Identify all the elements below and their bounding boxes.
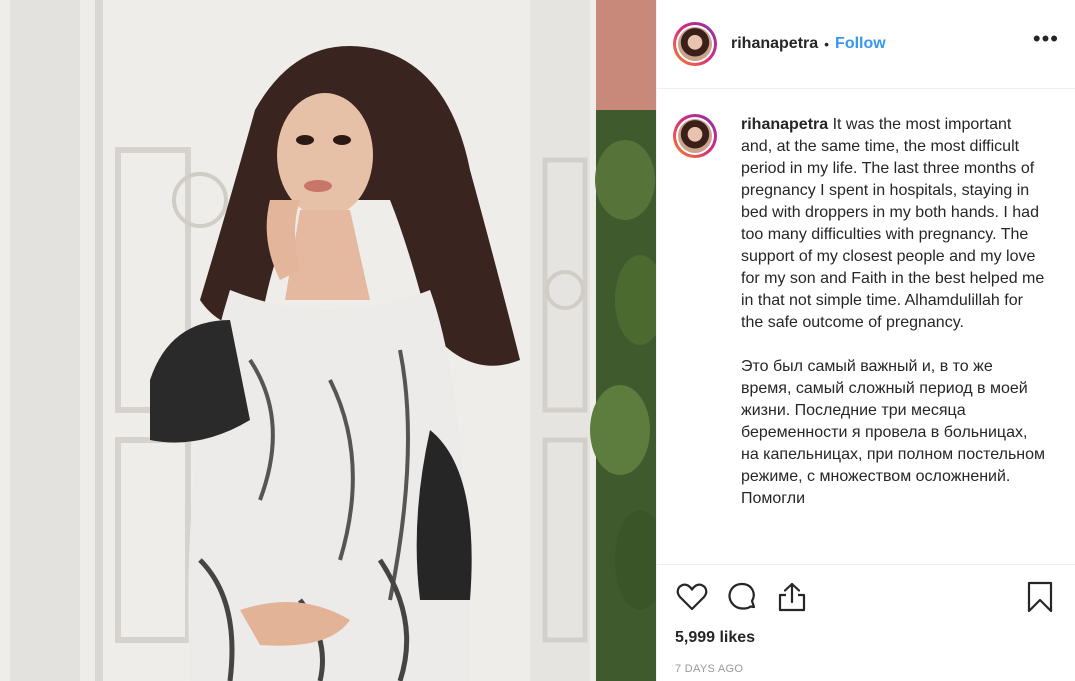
action-icons [675,579,1057,615]
caption-area: rihanapetra It was the most important an… [657,90,1075,564]
avatar-image [678,27,712,61]
share-icon[interactable] [775,580,809,614]
heart-icon[interactable] [675,580,709,614]
separator-dot: • [824,36,830,52]
more-options-icon[interactable]: ••• [1033,28,1059,54]
post-photo[interactable] [0,0,656,681]
caption-avatar-image [678,119,712,153]
post-actions: 5,999 likes 7 DAYS AGO [657,564,1075,675]
caption: rihanapetra It was the most important an… [741,114,1045,564]
username-link[interactable]: rihanapetra [731,35,818,53]
caption-username-link[interactable]: rihanapetra [741,116,828,133]
bookmark-icon[interactable] [1023,580,1057,614]
post-header: rihanapetra • Follow ••• [657,0,1075,89]
instagram-post: rihanapetra • Follow ••• rihanapetra It … [0,0,1075,681]
comment-icon[interactable] [725,580,759,614]
post-side-panel: rihanapetra • Follow ••• rihanapetra It … [656,0,1075,681]
avatar[interactable] [673,22,717,66]
like-count[interactable]: 5,999 likes [675,629,1057,647]
caption-avatar[interactable] [673,114,717,158]
follow-button[interactable]: Follow [835,35,886,53]
caption-text: It was the most important and, at the sa… [741,116,1046,507]
post-photo-illustration [0,0,656,681]
post-timestamp[interactable]: 7 DAYS AGO [675,663,1057,675]
